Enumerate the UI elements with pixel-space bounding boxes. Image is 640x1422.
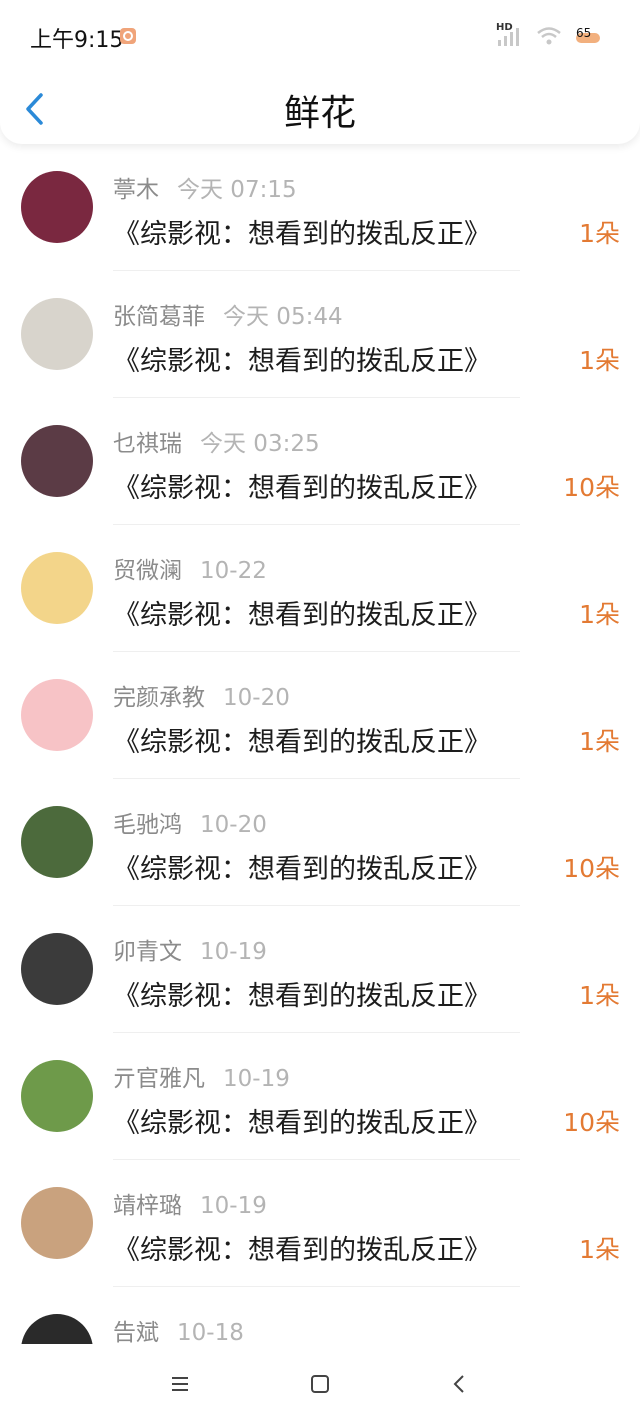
avatar[interactable] [21,1187,93,1259]
user-name[interactable]: 葶木 [113,177,159,203]
user-name[interactable]: 亓官雅凡 [113,1066,205,1092]
avatar[interactable] [21,171,93,243]
user-name[interactable]: 靖梓璐 [113,1193,182,1219]
item-time: 今天 03:25 [200,431,320,457]
list-item[interactable]: 告斌 10-18 [0,1287,640,1344]
list-item[interactable]: 卯青文 10-19 《综影视：想看到的拨乱反正》 1朵 [0,906,640,1033]
status-time: 上午9:15 [30,28,124,53]
user-name[interactable]: 毛驰鸿 [113,812,182,838]
list-item[interactable]: 贸微澜 10-22 《综影视：想看到的拨乱反正》 1朵 [0,525,640,652]
flower-count: 1朵 [579,1235,620,1264]
battery-icon: 65 [576,26,602,43]
user-name[interactable]: 贸微澜 [113,558,182,584]
battery-level: 65 [576,26,592,40]
item-time: 10-19 [200,1193,267,1219]
user-name[interactable]: 告斌 [113,1320,159,1344]
user-name[interactable]: 完颜承教 [113,685,205,711]
avatar[interactable] [21,425,93,497]
flower-count: 1朵 [579,727,620,756]
avatar[interactable] [21,1314,93,1344]
list-item[interactable]: 亓官雅凡 10-19 《综影视：想看到的拨乱反正》 10朵 [0,1033,640,1160]
list-item[interactable]: 靖梓璐 10-19 《综影视：想看到的拨乱反正》 1朵 [0,1160,640,1287]
list-item[interactable]: 葶木 今天 07:15 《综影视：想看到的拨乱反正》 1朵 [0,144,640,271]
item-time: 10-19 [200,939,267,965]
flower-count: 10朵 [563,473,620,502]
book-title[interactable]: 《综影视：想看到的拨乱反正》 [113,1228,491,1267]
item-time: 10-22 [200,558,267,584]
book-title[interactable]: 《综影视：想看到的拨乱反正》 [113,466,491,505]
item-time: 10-18 [177,1320,244,1344]
avatar[interactable] [21,552,93,624]
flower-count: 1朵 [579,981,620,1010]
item-time: 今天 07:15 [177,177,297,203]
avatar[interactable] [21,1060,93,1132]
item-time: 10-20 [200,812,267,838]
item-time: 10-19 [223,1066,290,1092]
book-title[interactable]: 《综影视：想看到的拨乱反正》 [113,974,491,1013]
flower-count: 1朵 [579,600,620,629]
book-title[interactable]: 《综影视：想看到的拨乱反正》 [113,847,491,886]
book-title[interactable]: 《综影视：想看到的拨乱反正》 [113,339,491,378]
book-title[interactable]: 《综影视：想看到的拨乱反正》 [113,212,491,251]
alarm-app-icon [120,28,136,44]
flower-count: 10朵 [563,1108,620,1137]
flower-list: 葶木 今天 07:15 《综影视：想看到的拨乱反正》 1朵 张简葛菲 今天 05:4… [0,144,640,1344]
book-title[interactable]: 《综影视：想看到的拨乱反正》 [113,1101,491,1140]
back-triangle-icon[interactable] [448,1372,472,1396]
status-indicators: HD 65 [496,22,602,50]
user-name[interactable]: 乜祺瑞 [113,431,182,457]
avatar[interactable] [21,933,93,1005]
header: 上午9:15 HD 65 鲜花 [0,0,640,144]
list-item[interactable]: 完颜承教 10-20 《综影视：想看到的拨乱反正》 1朵 [0,652,640,779]
item-time: 今天 05:44 [223,304,343,330]
item-time: 10-20 [223,685,290,711]
book-title[interactable]: 《综影视：想看到的拨乱反正》 [113,593,491,632]
flower-count: 1朵 [579,346,620,375]
flower-count: 1朵 [579,219,620,248]
page-title: 鲜花 [283,93,356,134]
system-nav-bar [0,1344,640,1422]
user-name[interactable]: 卯青文 [113,939,182,965]
book-title[interactable]: 《综影视：想看到的拨乱反正》 [113,720,491,759]
user-name[interactable]: 张简葛菲 [113,304,205,330]
flower-count: 10朵 [563,854,620,883]
list-item[interactable]: 乜祺瑞 今天 03:25 《综影视：想看到的拨乱反正》 10朵 [0,398,640,525]
list-item[interactable]: 毛驰鸿 10-20 《综影视：想看到的拨乱反正》 10朵 [0,779,640,906]
avatar[interactable] [21,679,93,751]
avatar[interactable] [21,806,93,878]
menu-icon[interactable] [168,1372,192,1396]
signal-icon: HD [496,22,522,46]
avatar[interactable] [21,298,93,370]
home-square-icon[interactable] [308,1372,332,1396]
list-item[interactable]: 张简葛菲 今天 05:44 《综影视：想看到的拨乱反正》 1朵 [0,271,640,398]
wifi-icon [537,27,561,45]
